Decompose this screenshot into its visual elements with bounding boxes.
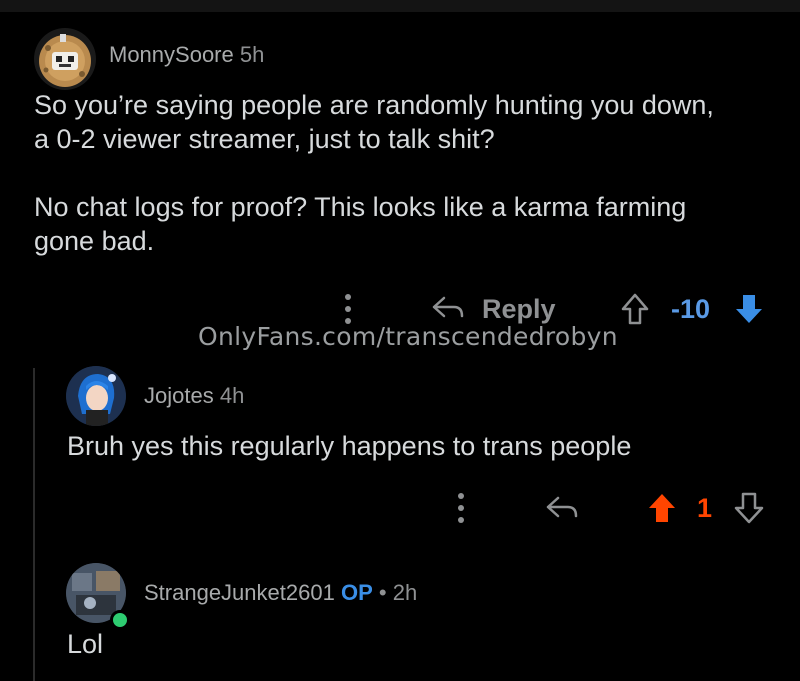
comment-age: 4h: [219, 383, 245, 408]
comment-line: Bruh yes this regularly happens to trans…: [67, 431, 632, 461]
op-badge: OP: [340, 580, 373, 605]
username[interactable]: StrangeJunket2601: [144, 580, 335, 605]
comment-line: gone bad.: [34, 226, 155, 256]
comment-line: No chat logs for proof? This looks like …: [34, 192, 687, 222]
avatar[interactable]: [66, 366, 126, 426]
vote-score: 1: [697, 493, 713, 523]
avatar[interactable]: [34, 28, 96, 90]
separator-dot: •: [378, 580, 387, 605]
comment-line: So you’re saying people are randomly hun…: [34, 90, 714, 120]
comment-line: a 0-2 viewer streamer, just to talk shit…: [34, 124, 495, 154]
comment-age: 2h: [392, 580, 418, 605]
comment-body: Lol: [67, 627, 103, 661]
thread-line: [33, 368, 35, 681]
watermark-text: OnlyFans.com/transcendedrobyn: [198, 322, 618, 351]
comment-body: Bruh yes this regularly happens to trans…: [67, 429, 767, 463]
comment-line: Lol: [67, 629, 104, 659]
top-bar: [0, 0, 800, 12]
online-indicator: [110, 610, 130, 630]
anime-avatar-icon: [66, 366, 126, 426]
cookie-avatar-icon: [39, 34, 91, 87]
downvote-icon[interactable]: [733, 491, 765, 525]
comment-age: 5h: [239, 42, 265, 67]
upvote-icon[interactable]: [620, 292, 650, 326]
vote-score: -10: [671, 294, 711, 324]
reply-arrow-icon[interactable]: [430, 294, 466, 322]
username[interactable]: MonnySoore: [109, 42, 234, 67]
reply-button[interactable]: Reply: [482, 294, 556, 325]
more-options-icon[interactable]: [455, 491, 467, 525]
downvote-icon-active[interactable]: [733, 292, 765, 326]
more-options-icon[interactable]: [342, 292, 354, 326]
reply-arrow-icon[interactable]: [544, 494, 580, 522]
comment-body: So you’re saying people are randomly hun…: [34, 88, 774, 258]
username[interactable]: Jojotes: [144, 383, 214, 408]
upvote-icon-active[interactable]: [646, 491, 678, 525]
